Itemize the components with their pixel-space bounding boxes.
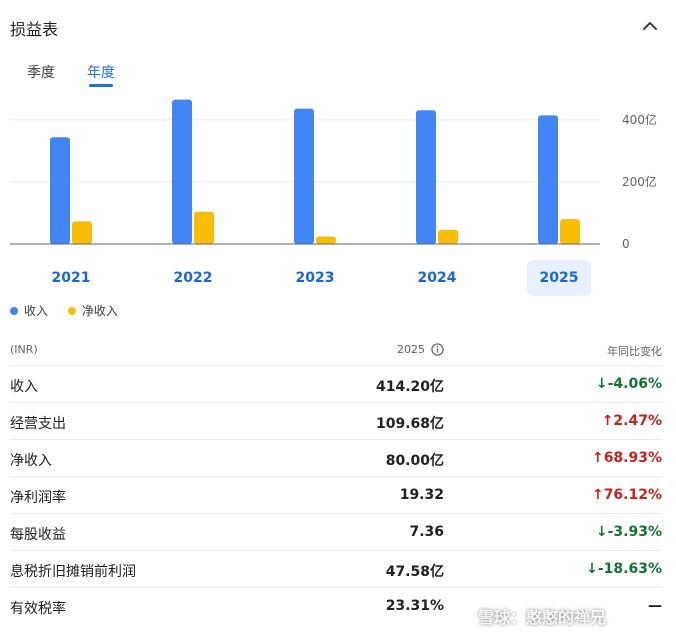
x-tick-label-2024[interactable]: 2024 bbox=[405, 260, 469, 296]
y-tick-label: 0 bbox=[622, 237, 630, 251]
row-yoy-change-value: -18.63% bbox=[597, 561, 662, 577]
arrow-up-icon: ↑ bbox=[591, 487, 604, 503]
row-value: 47.58亿 bbox=[385, 564, 444, 580]
arrow-down-icon: ↓ bbox=[595, 376, 608, 392]
bar-revenue-2023 bbox=[294, 108, 314, 245]
x-tick-label-2021[interactable]: 2021 bbox=[39, 260, 103, 296]
row-yoy-change: — bbox=[648, 598, 662, 614]
arrow-down-icon: ↓ bbox=[586, 561, 598, 577]
tab-annual-indicator bbox=[89, 84, 113, 87]
row-value: 109.68亿 bbox=[375, 416, 444, 432]
x-tick-label-2025[interactable]: 2025 bbox=[527, 260, 591, 296]
row-yoy-change-value: -3.93% bbox=[607, 524, 662, 540]
table-row: 每股收益 7.36 ↓-3.93% bbox=[10, 514, 662, 551]
row-label: 净收入 bbox=[10, 453, 52, 469]
arrow-up-icon: ↑ bbox=[601, 413, 614, 429]
bar-revenue-2024 bbox=[416, 110, 436, 244]
row-yoy-change: ↑2.47% bbox=[602, 413, 662, 429]
row-label: 息税折旧摊销前利润 bbox=[10, 564, 136, 580]
row-yoy-change: ↓-18.63% bbox=[586, 561, 662, 577]
bar-revenue-2025 bbox=[538, 115, 558, 244]
y-tick-label: 200亿 bbox=[622, 174, 657, 189]
row-value: 80.00亿 bbox=[385, 453, 444, 469]
table-row: 息税折旧摊销前利润 47.58亿 ↓-18.63% bbox=[10, 551, 662, 588]
table-row: 净利润率 19.32 ↑76.12% bbox=[10, 477, 662, 514]
table-body: 收入 414.20亿 ↓-4.06% 经营支出 109.68亿 ↑2.47% 净收入 80.0… bbox=[10, 366, 662, 625]
row-value: 414.20亿 bbox=[375, 379, 444, 395]
bar-revenue-2021 bbox=[50, 137, 70, 244]
x-tick-label-2023[interactable]: 2023 bbox=[283, 260, 347, 296]
table-row: 收入 414.20亿 ↓-4.06% bbox=[10, 366, 662, 403]
bar-net-income-2024 bbox=[438, 229, 458, 244]
row-yoy-change: ↓-3.93% bbox=[596, 524, 662, 540]
tab-annual[interactable]: 年度 bbox=[87, 62, 115, 82]
row-yoy-change-value: 76.12% bbox=[603, 487, 662, 503]
row-label: 收入 bbox=[10, 379, 38, 395]
chevron-up-icon[interactable] bbox=[640, 16, 660, 36]
row-yoy-change-value: 68.93% bbox=[603, 450, 662, 466]
arrow-up-icon: ↑ bbox=[591, 450, 604, 466]
row-label: 每股收益 bbox=[10, 527, 66, 543]
net-income-dot-icon bbox=[67, 306, 76, 315]
legend-net-income-label: 净收入 bbox=[81, 304, 118, 318]
financials-table: (INR) 2025 年同比变化 收入 414.20亿 ↓-4.06% 经营支出 109… bbox=[10, 332, 662, 625]
year-column-header: 2025 bbox=[397, 343, 444, 356]
arrow-down-icon: ↓ bbox=[595, 524, 608, 540]
year-selector: 2021 2022 2023 2024 2025 bbox=[0, 258, 676, 296]
page-title: 损益表 bbox=[10, 20, 59, 39]
row-value: 19.32 bbox=[399, 487, 444, 503]
income-statement-header: 损益表 bbox=[0, 0, 676, 50]
income-bar-chart: 400亿 200亿 0 bbox=[10, 99, 657, 251]
bar-revenue-2022 bbox=[172, 99, 192, 244]
legend-revenue-label: 收入 bbox=[24, 304, 49, 318]
row-yoy-change: ↑68.93% bbox=[592, 450, 662, 466]
tab-quarterly[interactable]: 季度 bbox=[27, 62, 55, 82]
info-icon[interactable] bbox=[431, 343, 444, 356]
row-value: 23.31% bbox=[385, 598, 444, 614]
bar-net-income-2022 bbox=[194, 211, 214, 244]
row-yoy-change-value: -4.06% bbox=[607, 376, 662, 392]
table-header: (INR) 2025 年同比变化 bbox=[10, 332, 662, 366]
bar-net-income-2025 bbox=[560, 219, 580, 244]
row-label: 有效税率 bbox=[10, 601, 66, 617]
x-tick-label-2022[interactable]: 2022 bbox=[161, 260, 225, 296]
table-row: 经营支出 109.68亿 ↑2.47% bbox=[10, 403, 662, 440]
bar-net-income-2023 bbox=[316, 236, 336, 244]
period-tabs: 季度 年度 bbox=[0, 56, 676, 88]
table-row: 净收入 80.00亿 ↑68.93% bbox=[10, 440, 662, 477]
row-value: 7.36 bbox=[409, 524, 444, 540]
chart-legend: 收入 净收入 bbox=[10, 302, 134, 318]
row-label: 经营支出 bbox=[10, 416, 66, 432]
row-yoy-change-value: — bbox=[648, 598, 662, 614]
row-label: 净利润率 bbox=[10, 490, 66, 506]
legend-item-net-income: 净收入 bbox=[67, 302, 118, 319]
revenue-dot-icon bbox=[10, 306, 18, 315]
y-tick-label: 400亿 bbox=[622, 112, 657, 127]
year-column-label: 2025 bbox=[397, 343, 425, 356]
watermark: 雪球：憨憨的禅兄 bbox=[478, 608, 607, 627]
yoy-change-header: 年同比变化 bbox=[607, 345, 662, 358]
row-yoy-change: ↑76.12% bbox=[592, 487, 662, 503]
legend-item-revenue: 收入 bbox=[10, 302, 48, 319]
row-yoy-change: ↓-4.06% bbox=[596, 376, 662, 392]
row-yoy-change-value: 2.47% bbox=[613, 413, 662, 429]
bar-net-income-2021 bbox=[72, 221, 92, 244]
currency-label: (INR) bbox=[10, 343, 38, 356]
